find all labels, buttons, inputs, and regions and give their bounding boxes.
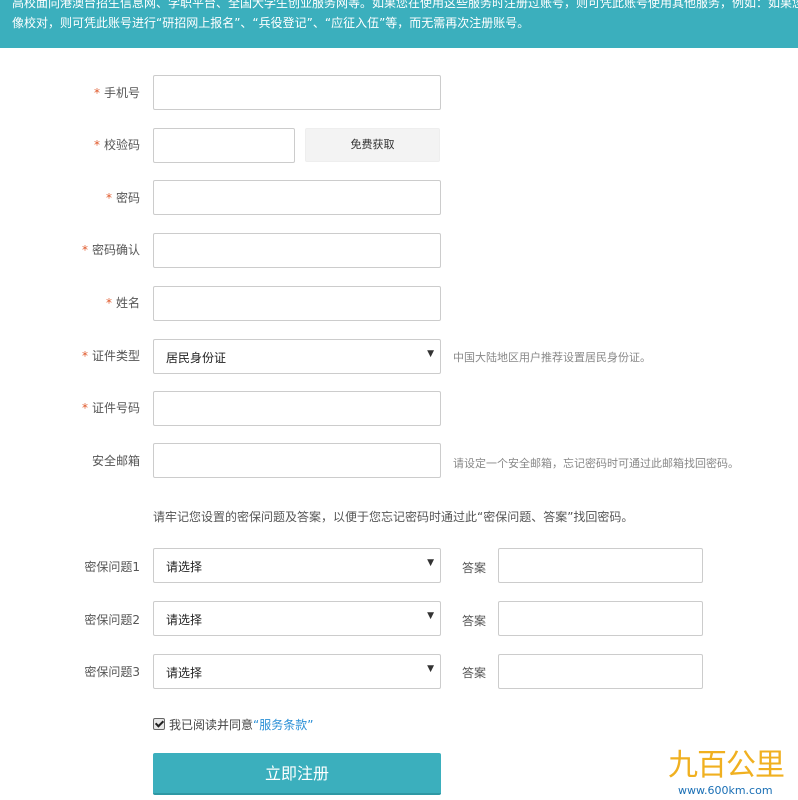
question-2-label: 密保问题2	[84, 613, 140, 627]
question-1-label: 密保问题1	[84, 560, 140, 574]
answer-2-label: 答案	[462, 614, 487, 628]
get-code-button[interactable]: 免费获取	[305, 128, 440, 162]
banner-line-2: 像校对，则可凭此账号进行“研招网上报名”、“兵役登记”、“应征入伍”等，而无需再…	[12, 16, 530, 30]
email-field[interactable]	[153, 443, 441, 478]
register-button[interactable]: 立即注册	[153, 753, 441, 795]
name-field[interactable]	[153, 286, 441, 321]
required-mark: *	[93, 138, 100, 152]
question-3-label: 密保问题3	[84, 665, 140, 679]
id-number-input[interactable]	[154, 392, 440, 425]
answer-3-field[interactable]	[498, 654, 703, 689]
name-input[interactable]	[154, 287, 440, 320]
required-mark: *	[81, 401, 88, 415]
question-3-value: 请选择	[166, 666, 203, 680]
id-type-label: * 证件类型	[81, 349, 140, 363]
password-field[interactable]	[153, 180, 441, 215]
answer-2-input[interactable]	[499, 602, 702, 635]
email-label: 安全邮箱	[91, 454, 140, 468]
id-type-value: 居民身份证	[166, 351, 227, 365]
watermark-url: www.600km.com	[678, 784, 773, 797]
agree-text: 我已阅读并同意	[169, 718, 254, 732]
security-note: 请牢记您设置的密保问题及答案，以便于您忘记密码时通过此“密保问题、答案”找回密码…	[153, 510, 634, 524]
code-field[interactable]	[153, 128, 295, 163]
id-number-field[interactable]	[153, 391, 441, 426]
question-2-select[interactable]: 请选择 ▼	[153, 601, 441, 636]
answer-1-input[interactable]	[499, 549, 702, 582]
watermark-text: 九百公里	[668, 748, 785, 783]
caret-down-icon: ▼	[427, 664, 434, 674]
email-input[interactable]	[154, 444, 440, 477]
name-label: * 姓名	[105, 296, 140, 310]
required-mark: *	[81, 243, 88, 257]
id-type-select[interactable]: 居民身份证 ▼	[153, 339, 441, 374]
phone-label: * 手机号	[93, 86, 140, 100]
banner-line-1: 高校面向港澳台招生信息网、学职平台、全国大学生创业服务网等。如果您在使用这些服务…	[12, 0, 798, 10]
caret-down-icon: ▼	[427, 558, 434, 568]
required-mark: *	[81, 349, 88, 363]
password-input[interactable]	[154, 181, 440, 214]
answer-1-label: 答案	[462, 561, 487, 575]
required-mark: *	[105, 191, 112, 205]
required-mark: *	[93, 86, 100, 100]
phone-field[interactable]	[153, 75, 441, 110]
agree-checkbox[interactable]	[153, 718, 165, 730]
password-confirm-label: * 密码确认	[81, 243, 140, 257]
answer-1-field[interactable]	[498, 548, 703, 583]
email-hint: 请设定一个安全邮箱，忘记密码时可通过此邮箱找回密码。	[453, 457, 739, 470]
phone-input[interactable]	[154, 76, 440, 109]
answer-3-input[interactable]	[499, 655, 702, 688]
answer-2-field[interactable]	[498, 601, 703, 636]
caret-down-icon: ▼	[427, 349, 434, 359]
id-type-hint: 中国大陆地区用户推荐设置居民身份证。	[453, 351, 651, 364]
password-confirm-input[interactable]	[154, 234, 440, 267]
code-input[interactable]	[154, 129, 294, 162]
question-2-value: 请选择	[166, 613, 203, 627]
question-1-select[interactable]: 请选择 ▼	[153, 548, 441, 583]
caret-down-icon: ▼	[427, 611, 434, 621]
watermark-logo: 九百公里 www.600km.com	[640, 748, 798, 800]
required-mark: *	[105, 296, 112, 310]
password-confirm-field[interactable]	[153, 233, 441, 268]
question-1-value: 请选择	[166, 560, 203, 574]
info-banner: 高校面向港澳台招生信息网、学职平台、全国大学生创业服务网等。如果您在使用这些服务…	[0, 0, 798, 48]
question-3-select[interactable]: 请选择 ▼	[153, 654, 441, 689]
code-label: * 校验码	[93, 138, 140, 152]
agreement-row: 我已阅读并同意“服务条款”	[153, 716, 313, 733]
password-label: * 密码	[105, 191, 140, 205]
answer-3-label: 答案	[462, 666, 487, 680]
id-number-label: * 证件号码	[81, 401, 140, 415]
terms-link[interactable]: “服务条款”	[253, 718, 313, 732]
